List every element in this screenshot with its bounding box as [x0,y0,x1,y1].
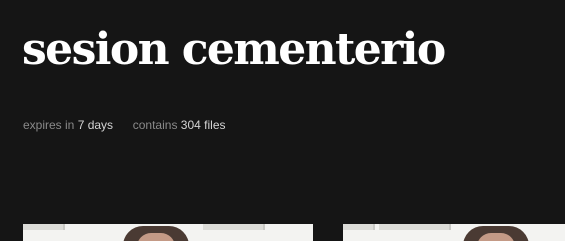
album-page: sesion cementerio expires in 7 days cont… [0,0,565,241]
expires-value: 7 days [77,118,114,132]
photo-background [343,224,375,230]
photo-background [379,224,451,230]
expires-label: expires in [23,118,75,132]
contains-label: contains [132,118,178,132]
photo-thumbnail[interactable] [23,224,313,241]
photo-background [23,224,65,230]
album-meta: expires in 7 days contains 304 files [23,117,226,133]
file-count: 304 files [180,118,226,132]
album-title: sesion cementerio [22,24,446,75]
photo-thumbnail[interactable] [343,224,565,241]
photo-background [203,224,265,230]
